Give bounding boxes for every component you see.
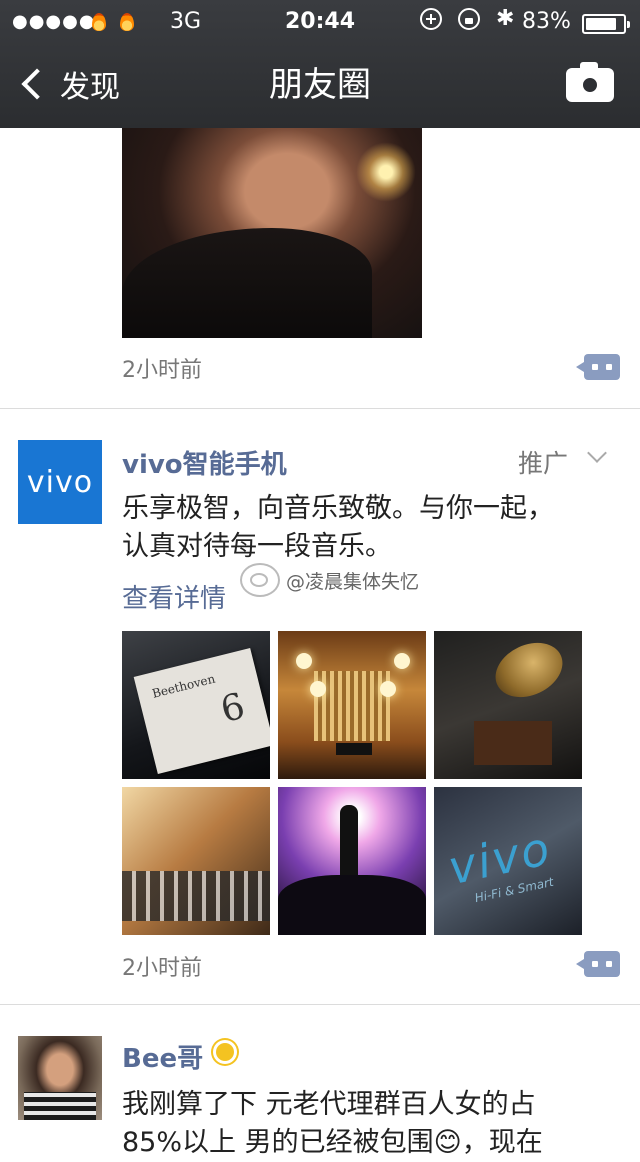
avatar[interactable]: vivo [18,440,102,524]
author-name[interactable]: Bee哥 [122,1038,203,1075]
photo-grid: Beethoven 6 vivo Hi-Fi & Smart [122,631,582,935]
camera-lens [579,74,601,96]
card-text: Beethoven [150,671,217,701]
view-details-link[interactable]: 查看详情 [122,578,226,615]
card-number: 6 [216,685,249,732]
grid-photo[interactable] [434,631,582,779]
comment-button[interactable] [576,354,620,380]
chandelier [296,653,312,669]
crowd [278,875,426,935]
chandelier [394,653,410,669]
chevron-down-icon[interactable] [587,443,607,463]
organ-pipes [314,671,390,741]
nav-bar: 发现 朋友圈 [0,44,640,128]
status-bar: ●●●●● 3G 20:44 ✱ 83% [0,0,640,44]
comment-button[interactable] [576,951,620,977]
grid-photo[interactable] [278,787,426,935]
avatar-shirt [24,1092,96,1120]
post-time: 2小时前 [122,956,202,981]
grid-photo[interactable]: Beethoven 6 [122,631,270,779]
post-time: 2小时前 [122,358,202,383]
grid-photo[interactable] [278,631,426,779]
battery-icon [582,14,630,34]
post-text: 乐享极智，向音乐致敬。与你一起， 认真对待每一段音乐。 [122,490,602,566]
photo-scarf [122,228,372,338]
post-text-line: 我刚算了下 元老代理群百人女的占 [122,1089,536,1120]
page-title: 朋友圈 [269,65,371,105]
post-photo[interactable] [122,128,422,338]
status-icons: ✱ [420,8,514,30]
gramophone-box [474,721,552,765]
grid-photo[interactable] [122,787,270,935]
chandelier [380,681,396,697]
battery-percent: 83% [522,9,571,34]
location-icon [420,8,442,30]
sun-icon [216,1043,234,1061]
camera-icon[interactable] [566,62,614,102]
comment-icon [592,961,612,967]
watermark: @凌晨集体失忆 [240,560,419,600]
bluetooth-icon: ✱ [496,6,515,31]
top-bar: ●●●●● 3G 20:44 ✱ 83% 发现 朋友圈 [0,0,640,128]
weibo-icon [240,563,280,597]
photo-light [356,142,416,202]
comment-icon [592,364,612,370]
mixer-knobs [122,871,270,921]
watermark-text: @凌晨集体失忆 [286,570,420,593]
post-text: 我刚算了下 元老代理群百人女的占 85%以上 男的已经被包围😊，现在 [122,1086,602,1162]
post-divider [0,408,640,409]
battery-fill [586,18,616,30]
promo-label: 推广 [518,449,569,478]
chandelier [310,681,326,697]
post-divider [0,1004,640,1005]
piano [336,743,372,755]
author-name[interactable]: vivo智能手机 [122,444,287,481]
avatar[interactable] [18,1036,102,1120]
grid-photo[interactable]: vivo Hi-Fi & Smart [434,787,582,935]
post-text-line: 乐享极智，向音乐致敬。与你一起， [122,493,554,524]
album-card: Beethoven 6 [133,647,270,775]
rotation-lock-icon [458,8,480,30]
gramophone-horn [486,632,572,708]
post-text-line: 85%以上 男的已经被包围😊，现在 [122,1127,543,1158]
